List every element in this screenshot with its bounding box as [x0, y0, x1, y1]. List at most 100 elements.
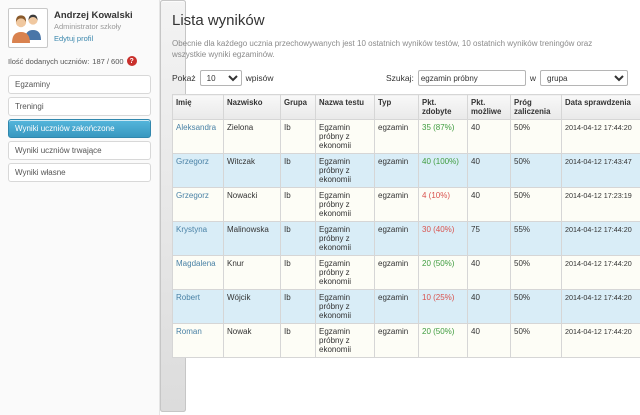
- sidebar-item-wyniki-uczniow-zakonczone[interactable]: Wyniki uczniów zakończone: [8, 119, 151, 138]
- show-label: Pokaż: [172, 73, 196, 83]
- info-text: Obecnie dla każdego ucznia przechowywany…: [172, 38, 628, 60]
- cell-first-name[interactable]: Roman: [173, 324, 224, 358]
- cell-last-name: Nowak: [224, 324, 281, 358]
- cell-type: egzamin: [375, 324, 419, 358]
- cell-group: Ib: [281, 222, 316, 256]
- cell-points-earned: 35 (87%): [419, 120, 468, 154]
- table-row: Grzegorz Nowacki Ib Egzamin próbny z eko…: [173, 188, 640, 222]
- column-header[interactable]: Data sprawdzenia: [562, 95, 640, 120]
- cell-group: Ib: [281, 324, 316, 358]
- results-table-body: Aleksandra Zielona Ib Egzamin próbny z e…: [173, 120, 640, 358]
- edit-profile-link[interactable]: Edytuj profil: [54, 34, 133, 43]
- cell-points-possible: 40: [468, 188, 511, 222]
- search-input[interactable]: [418, 70, 526, 86]
- cell-pass-threshold: 50%: [511, 154, 562, 188]
- cell-type: egzamin: [375, 290, 419, 324]
- table-row: Roman Nowak Ib Egzamin próbny z ekonomii…: [173, 324, 640, 358]
- cell-pass-threshold: 50%: [511, 256, 562, 290]
- cell-test-name: Egzamin próbny z ekonomii: [316, 188, 375, 222]
- cell-date-checked: 2014-04-12 17:44:20: [562, 290, 640, 324]
- cell-first-name[interactable]: Grzegorz: [173, 154, 224, 188]
- cell-type: egzamin: [375, 256, 419, 290]
- column-header[interactable]: Imię: [173, 95, 224, 120]
- cell-test-name: Egzamin próbny z ekonomii: [316, 222, 375, 256]
- column-header[interactable]: Pkt. zdobyte: [419, 95, 468, 120]
- cell-test-name: Egzamin próbny z ekonomii: [316, 290, 375, 324]
- sidebar-item-wyniki-wlasne[interactable]: Wyniki własne: [8, 163, 151, 182]
- sidebar-menu: Strona główna Nauczyciele Grupy Uczniowi…: [8, 75, 151, 182]
- cell-type: egzamin: [375, 188, 419, 222]
- column-header[interactable]: Grupa: [281, 95, 316, 120]
- avatar: [8, 8, 48, 48]
- column-header[interactable]: Nazwisko: [224, 95, 281, 120]
- search-label: Szukaj:: [386, 73, 414, 83]
- students-count-label: Ilość dodanych uczniów:: [8, 57, 89, 66]
- app-root: Andrzej Kowalski Administrator szkoły Ed…: [0, 0, 640, 415]
- cell-pass-threshold: 50%: [511, 188, 562, 222]
- cell-date-checked: 2014-04-12 17:43:47: [562, 154, 640, 188]
- cell-points-earned: 30 (40%): [419, 222, 468, 256]
- cell-points-possible: 40: [468, 324, 511, 358]
- column-header[interactable]: Typ: [375, 95, 419, 120]
- cell-date-checked: 2014-04-12 17:44:20: [562, 222, 640, 256]
- cell-points-earned: 4 (10%): [419, 188, 468, 222]
- sidebar: Andrzej Kowalski Administrator szkoły Ed…: [0, 0, 160, 415]
- results-table: ImięNazwiskoGrupaNazwa testuTypPkt. zdob…: [172, 94, 640, 358]
- cell-date-checked: 2014-04-12 17:44:20: [562, 324, 640, 358]
- cell-first-name[interactable]: Krystyna: [173, 222, 224, 256]
- cell-points-possible: 75: [468, 222, 511, 256]
- cell-group: Ib: [281, 188, 316, 222]
- search-in-label: w: [530, 73, 536, 83]
- cell-last-name: Zielona: [224, 120, 281, 154]
- entries-label: wpisów: [246, 73, 274, 83]
- cell-points-earned: 40 (100%): [419, 154, 468, 188]
- help-icon[interactable]: ?: [127, 56, 137, 66]
- table-row: Grzegorz Witczak Ib Egzamin próbny z eko…: [173, 154, 640, 188]
- cell-first-name[interactable]: Grzegorz: [173, 188, 224, 222]
- search-filter-select[interactable]: grupa: [540, 70, 628, 86]
- table-row: Magdalena Knur Ib Egzamin próbny z ekono…: [173, 256, 640, 290]
- cell-group: Ib: [281, 120, 316, 154]
- students-count: Ilość dodanych uczniów: 187 / 600 ?: [8, 56, 151, 66]
- cell-pass-threshold: 50%: [511, 324, 562, 358]
- user-info: Andrzej Kowalski Administrator szkoły Ed…: [54, 8, 133, 48]
- cell-last-name: Witczak: [224, 154, 281, 188]
- page-title: Lista wyników: [172, 12, 628, 29]
- cell-last-name: Wójcik: [224, 290, 281, 324]
- page-length-select[interactable]: 10: [200, 70, 242, 86]
- cell-test-name: Egzamin próbny z ekonomii: [316, 154, 375, 188]
- cell-last-name: Nowacki: [224, 188, 281, 222]
- cell-type: egzamin: [375, 222, 419, 256]
- sidebar-item-wyniki-uczniow-trwajace[interactable]: Wyniki uczniów trwające: [8, 141, 151, 160]
- table-header-row: ImięNazwiskoGrupaNazwa testuTypPkt. zdob…: [173, 95, 640, 120]
- cell-test-name: Egzamin próbny z ekonomii: [316, 256, 375, 290]
- cell-first-name[interactable]: Magdalena: [173, 256, 224, 290]
- search-control: Szukaj: w grupa: [386, 70, 628, 86]
- cell-pass-threshold: 50%: [511, 120, 562, 154]
- cell-points-possible: 40: [468, 154, 511, 188]
- cell-date-checked: 2014-04-12 17:23:19: [562, 188, 640, 222]
- students-count-value: 187 / 600: [92, 57, 123, 66]
- sidebar-item-treningi[interactable]: Treningi: [8, 97, 151, 116]
- cell-type: egzamin: [375, 120, 419, 154]
- cell-group: Ib: [281, 256, 316, 290]
- cell-points-possible: 40: [468, 120, 511, 154]
- user-name: Andrzej Kowalski: [54, 10, 133, 21]
- cell-test-name: Egzamin próbny z ekonomii: [316, 120, 375, 154]
- cell-group: Ib: [281, 290, 316, 324]
- cell-date-checked: 2014-04-12 17:44:20: [562, 120, 640, 154]
- page-length-control: Pokaż 10 wpisów: [172, 70, 274, 86]
- column-header[interactable]: Pkt. możliwe: [468, 95, 511, 120]
- cell-points-possible: 40: [468, 290, 511, 324]
- cell-last-name: Knur: [224, 256, 281, 290]
- table-row: Aleksandra Zielona Ib Egzamin próbny z e…: [173, 120, 640, 154]
- cell-last-name: Malinowska: [224, 222, 281, 256]
- cell-group: Ib: [281, 154, 316, 188]
- cell-pass-threshold: 55%: [511, 222, 562, 256]
- column-header[interactable]: Nazwa testu: [316, 95, 375, 120]
- column-header[interactable]: Próg zaliczenia: [511, 95, 562, 120]
- sidebar-item-egzaminy[interactable]: Egzaminy: [8, 75, 151, 94]
- cell-first-name[interactable]: Aleksandra: [173, 120, 224, 154]
- cell-type: egzamin: [375, 154, 419, 188]
- cell-first-name[interactable]: Robert: [173, 290, 224, 324]
